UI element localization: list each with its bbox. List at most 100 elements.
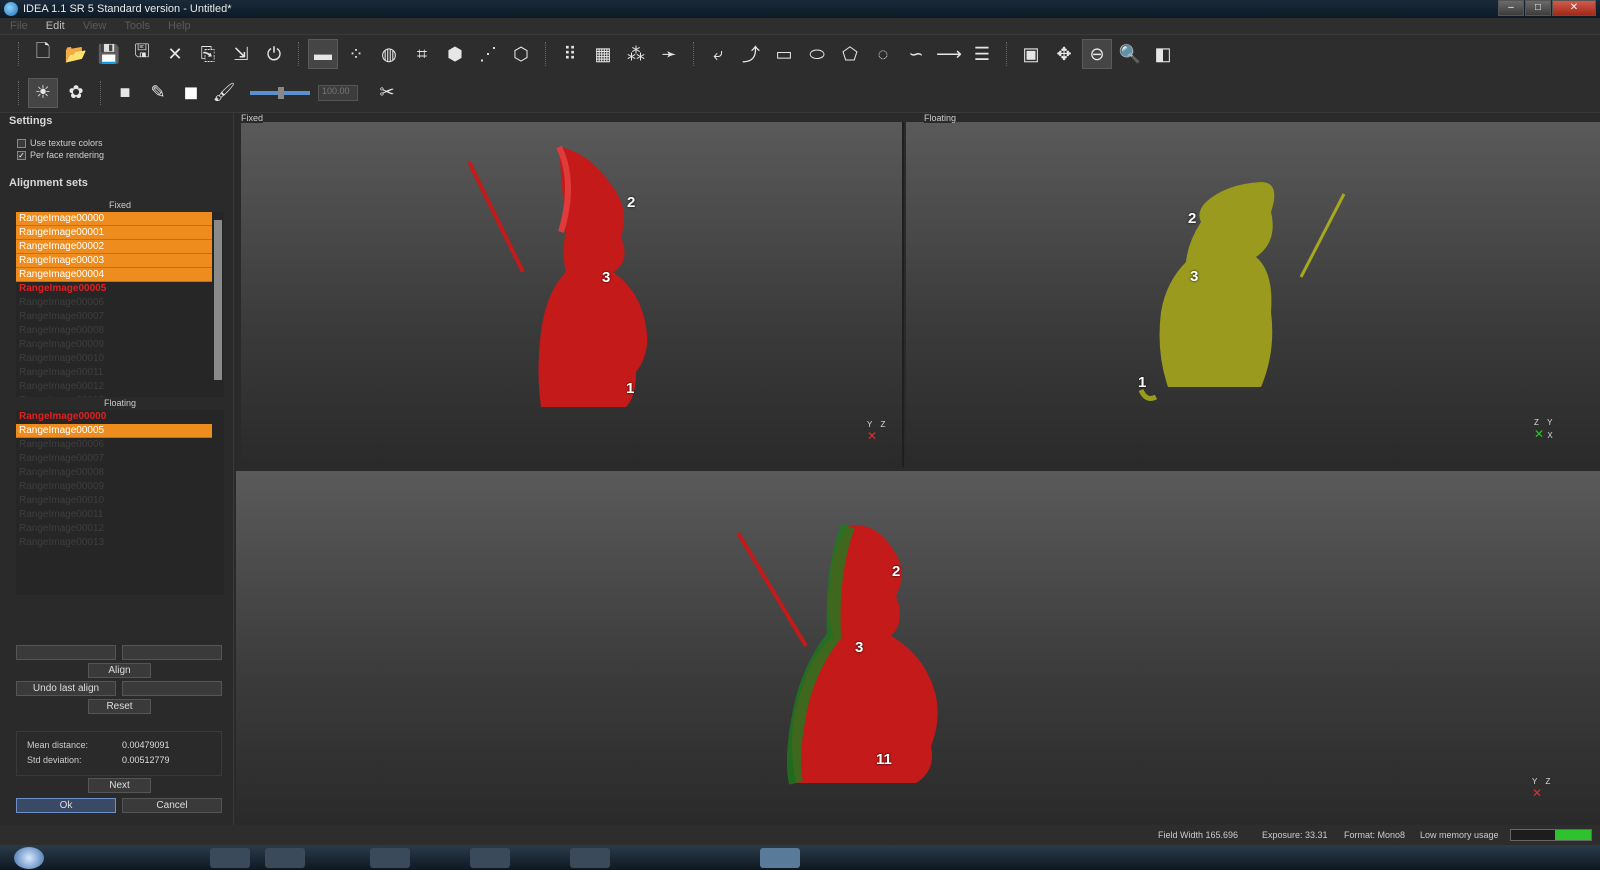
solid-square-icon[interactable]: ■ bbox=[110, 78, 140, 108]
cancel-button[interactable]: Cancel bbox=[122, 798, 222, 813]
undo-last-align-button[interactable]: Undo last align bbox=[16, 681, 116, 696]
per-face-option[interactable]: ✓ Per face rendering bbox=[6, 149, 233, 161]
taskbar-item[interactable] bbox=[470, 848, 510, 868]
minimize-button[interactable]: – bbox=[1498, 0, 1524, 16]
floating-list[interactable]: RangeImage00000 RangeImage00005 RangeImage… bbox=[16, 410, 224, 595]
fixed-item[interactable]: RangeImage00001 bbox=[16, 226, 212, 240]
empty-button-1[interactable] bbox=[16, 645, 116, 660]
floating-item[interactable]: RangeImage00006 bbox=[16, 438, 212, 452]
grid-icon[interactable]: ▦ bbox=[588, 39, 618, 69]
white-square-icon[interactable]: ◼ bbox=[176, 78, 206, 108]
new-file-icon[interactable]: 🗋 bbox=[28, 39, 58, 69]
floating-item[interactable]: RangeImage00005 bbox=[16, 424, 212, 438]
turntable-icon[interactable]: ⊖ bbox=[1082, 39, 1112, 69]
align-button[interactable]: Align bbox=[88, 663, 151, 678]
fixed-item[interactable]: RangeImage00011 bbox=[16, 366, 212, 380]
floating-item[interactable]: RangeImage00008 bbox=[16, 466, 212, 480]
rectangle-select-icon[interactable]: ▭ bbox=[769, 39, 799, 69]
brush-icon[interactable]: 🖌 bbox=[209, 78, 239, 108]
floating-item[interactable]: RangeImage00010 bbox=[16, 494, 212, 508]
floating-item[interactable]: RangeImage00011 bbox=[16, 508, 212, 522]
align-tool-icon[interactable]: ⌗ bbox=[407, 39, 437, 69]
delete-icon[interactable]: ✕ bbox=[160, 39, 190, 69]
floating-marker-1[interactable]: 1 bbox=[1138, 374, 1146, 391]
taskbar-item[interactable] bbox=[570, 848, 610, 868]
fixed-item[interactable]: RangeImage00005 bbox=[16, 282, 212, 296]
fixed-item[interactable]: RangeImage00003 bbox=[16, 254, 212, 268]
mesh-icon[interactable]: ⬡ bbox=[506, 39, 536, 69]
floating-item[interactable]: RangeImage00007 bbox=[16, 452, 212, 466]
taskbar-item[interactable] bbox=[760, 848, 800, 868]
menu-view[interactable]: View bbox=[83, 20, 107, 32]
fixed-marker-3[interactable]: 3 bbox=[602, 269, 610, 286]
power-icon[interactable]: ⏻ bbox=[259, 39, 289, 69]
save-as-icon[interactable]: 🖫 bbox=[127, 39, 157, 69]
taskbar-item[interactable] bbox=[210, 848, 250, 868]
aligned-marker-2[interactable]: 2 bbox=[892, 563, 900, 580]
fixed-viewport[interactable]: 2 3 1 Y Z ✕ bbox=[241, 122, 904, 467]
save-icon[interactable]: 💾 bbox=[94, 39, 124, 69]
fixed-marker-1[interactable]: 1 bbox=[626, 380, 634, 397]
lasso-select-icon[interactable]: ◌ bbox=[868, 39, 898, 69]
line-icon[interactable]: ⟶ bbox=[934, 39, 964, 69]
floating-viewport[interactable]: 2 3 1 Z Y ✕ X bbox=[906, 122, 1600, 467]
start-button[interactable] bbox=[14, 847, 44, 869]
opacity-slider[interactable] bbox=[250, 86, 310, 99]
export-icon[interactable]: ⇲ bbox=[226, 39, 256, 69]
merge-icon[interactable]: ⬢ bbox=[440, 39, 470, 69]
light-icon[interactable]: ☀ bbox=[28, 77, 58, 108]
floating-marker-3[interactable]: 3 bbox=[1190, 268, 1198, 285]
fixed-list[interactable]: RangeImage00000 RangeImage00001 RangeImage… bbox=[16, 212, 224, 397]
vertices-icon[interactable]: ⋰ bbox=[473, 39, 503, 69]
fixed-marker-2[interactable]: 2 bbox=[627, 194, 635, 211]
tools-icon[interactable]: ✂ bbox=[372, 78, 402, 108]
texture-colors-checkbox[interactable] bbox=[17, 138, 26, 148]
view-cube-icon[interactable]: ◧ bbox=[1148, 39, 1178, 69]
palette-icon[interactable]: ✿ bbox=[61, 78, 91, 108]
fixed-item[interactable]: RangeImage00010 bbox=[16, 352, 212, 366]
texture-colors-option[interactable]: Use texture colors bbox=[6, 137, 233, 149]
scan-icon[interactable]: ▬ bbox=[308, 39, 338, 69]
point-cloud-icon[interactable]: ⁘ bbox=[341, 39, 371, 69]
floating-item[interactable]: RangeImage00013 bbox=[16, 536, 212, 550]
slider-knob[interactable] bbox=[278, 86, 284, 99]
floating-item[interactable]: RangeImage00000 bbox=[16, 410, 212, 424]
floating-marker-2[interactable]: 2 bbox=[1188, 210, 1196, 227]
rotate-icon[interactable]: ✥ bbox=[1049, 39, 1079, 69]
polygon-select-icon[interactable]: ⬠ bbox=[835, 39, 865, 69]
taskbar-item[interactable] bbox=[265, 848, 305, 868]
menu-help[interactable]: Help bbox=[168, 20, 191, 32]
arrow-tool-icon[interactable]: ➛ bbox=[654, 39, 684, 69]
menu-tools[interactable]: Tools bbox=[124, 20, 150, 32]
floating-item[interactable]: RangeImage00012 bbox=[16, 522, 212, 536]
hook-icon[interactable]: ⤶ bbox=[703, 39, 733, 69]
menu-file[interactable]: File bbox=[10, 20, 28, 32]
close-button[interactable]: ✕ bbox=[1552, 0, 1596, 16]
fixed-item[interactable]: RangeImage00009 bbox=[16, 338, 212, 352]
picker-icon[interactable]: ✎ bbox=[143, 78, 173, 108]
empty-button-2[interactable] bbox=[122, 645, 222, 660]
fixed-item[interactable]: RangeImage00012 bbox=[16, 380, 212, 394]
fixed-item[interactable]: RangeImage00004 bbox=[16, 268, 212, 282]
fixed-item[interactable]: RangeImage00013 bbox=[16, 394, 212, 397]
zoom-icon[interactable]: 🔍 bbox=[1115, 39, 1145, 69]
curve-icon[interactable]: ⤴ bbox=[736, 39, 766, 69]
layers-icon[interactable]: ☰ bbox=[967, 39, 997, 69]
aligned-marker-3[interactable]: 3 bbox=[855, 639, 863, 656]
next-button[interactable]: Next bbox=[88, 778, 151, 793]
window-icon[interactable]: ▣ bbox=[1016, 39, 1046, 69]
per-face-checkbox[interactable]: ✓ bbox=[17, 150, 26, 160]
fixed-item[interactable]: RangeImage00002 bbox=[16, 240, 212, 254]
empty-button-3[interactable] bbox=[122, 681, 222, 696]
fixed-item[interactable]: RangeImage00000 bbox=[16, 212, 212, 226]
fixed-item[interactable]: RangeImage00006 bbox=[16, 296, 212, 310]
fixed-item[interactable]: RangeImage00008 bbox=[16, 324, 212, 338]
import-icon[interactable]: ⎘ bbox=[193, 39, 223, 69]
open-folder-icon[interactable]: 📂 bbox=[61, 39, 91, 69]
globe-icon[interactable]: ◍ bbox=[374, 39, 404, 69]
ellipse-select-icon[interactable]: ⬭ bbox=[802, 39, 832, 69]
taskbar-item[interactable] bbox=[370, 848, 410, 868]
menu-edit[interactable]: Edit bbox=[46, 20, 65, 32]
sample-icon[interactable]: ⠿ bbox=[555, 39, 585, 69]
fixed-list-scrollbar[interactable] bbox=[214, 220, 222, 380]
